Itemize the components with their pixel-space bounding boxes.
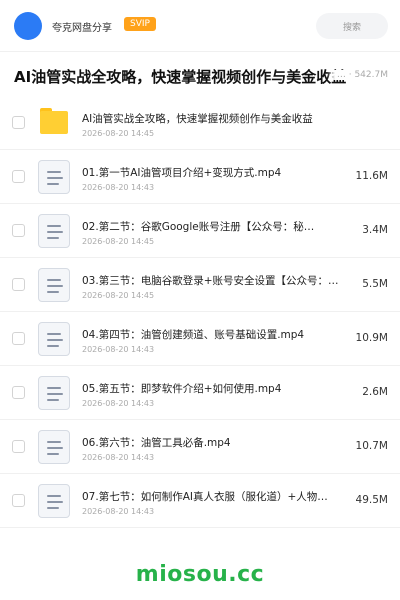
file-date: 2026-08-20 14:43 bbox=[82, 453, 155, 462]
list-item[interactable]: 02.第二节：谷歌Google账号注册【公众号：秘… 2026-08-20 14… bbox=[0, 204, 400, 258]
checkbox[interactable] bbox=[12, 332, 25, 345]
checkbox[interactable] bbox=[12, 278, 25, 291]
list-item[interactable]: 06.第六节：油管工具必备.mp4 2026-08-20 14:43 10.7M bbox=[0, 420, 400, 474]
video-file-icon bbox=[38, 430, 70, 464]
file-size: 49.5M bbox=[355, 494, 388, 506]
folder-icon bbox=[40, 108, 68, 134]
file-size: 11.6M bbox=[355, 170, 388, 182]
video-file-icon bbox=[38, 322, 70, 356]
list-item[interactable]: 05.第五节：即梦软件介绍+如何使用.mp4 2026-08-20 14:43 … bbox=[0, 366, 400, 420]
video-file-icon bbox=[38, 214, 70, 248]
file-name: 06.第六节：油管工具必备.mp4 bbox=[82, 437, 231, 449]
checkbox[interactable] bbox=[12, 116, 25, 129]
checkbox[interactable] bbox=[12, 440, 25, 453]
search-placeholder: 搜索 bbox=[342, 22, 361, 33]
video-file-icon bbox=[38, 160, 70, 194]
watermark: miosou.cc bbox=[135, 562, 265, 587]
file-name: 03.第三节：电脑谷歌登录+账号安全设置【公众号：… bbox=[82, 275, 339, 287]
file-name: 07.第七节：如何制作AI真人衣服（服化道）+人物… bbox=[82, 491, 328, 503]
file-date: 2026-08-20 14:43 bbox=[82, 345, 155, 354]
top-bar: 夸克网盘分享 SVIP 搜索 bbox=[0, 0, 400, 52]
file-name: 02.第二节：谷歌Google账号注册【公众号：秘… bbox=[82, 221, 315, 233]
file-size: 10.9M bbox=[355, 332, 388, 344]
avatar[interactable] bbox=[14, 12, 42, 40]
file-date: 2026-08-20 14:45 bbox=[82, 129, 155, 138]
file-size: 2.6M bbox=[362, 386, 388, 398]
list-item[interactable]: 07.第七节：如何制作AI真人衣服（服化道）+人物… 2026-08-20 14… bbox=[0, 474, 400, 528]
checkbox[interactable] bbox=[12, 170, 25, 183]
svip-badge: SVIP bbox=[124, 17, 156, 31]
video-file-icon bbox=[38, 484, 70, 518]
file-name: 01.第一节AI油管项目介绍+变现方式.mp4 bbox=[82, 167, 282, 179]
video-file-icon bbox=[38, 376, 70, 410]
file-date: 2026-08-20 14:45 bbox=[82, 291, 155, 300]
file-date: 2026-08-20 14:43 bbox=[82, 399, 155, 408]
file-size: 10.7M bbox=[355, 440, 388, 452]
video-file-icon bbox=[38, 268, 70, 302]
list-item[interactable]: 01.第一节AI油管项目介绍+变现方式.mp4 2026-08-20 14:43… bbox=[0, 150, 400, 204]
file-size: 3.4M bbox=[362, 224, 388, 236]
file-size: 5.5M bbox=[362, 278, 388, 290]
page-title: AI油管实战全攻略，快速掌握视频创作与美金收益 bbox=[14, 68, 347, 86]
search-input[interactable]: 搜索 bbox=[316, 13, 388, 39]
list-item[interactable]: AI油管实战全攻略，快速掌握视频创作与美金收益 2026-08-20 14:45 bbox=[0, 96, 400, 150]
file-name: 05.第五节：即梦软件介绍+如何使用.mp4 bbox=[82, 383, 282, 395]
file-name: AI油管实战全攻略，快速掌握视频创作与美金收益 bbox=[82, 113, 313, 125]
list-item[interactable]: 04.第四节：油管创建频道、账号基础设置.mp4 2026-08-20 14:4… bbox=[0, 312, 400, 366]
file-date: 2026-08-20 14:43 bbox=[82, 507, 155, 516]
checkbox[interactable] bbox=[12, 494, 25, 507]
username: 夸克网盘分享 bbox=[52, 23, 112, 34]
checkbox[interactable] bbox=[12, 224, 25, 237]
file-name: 04.第四节：油管创建频道、账号基础设置.mp4 bbox=[82, 329, 305, 341]
file-date: 2026-08-20 14:45 bbox=[82, 237, 155, 246]
folder-meta: … · 542.7M bbox=[326, 70, 388, 80]
file-list: AI油管实战全攻略，快速掌握视频创作与美金收益 2026-08-20 14:45… bbox=[0, 96, 400, 528]
list-item[interactable]: 03.第三节：电脑谷歌登录+账号安全设置【公众号：… 2026-08-20 14… bbox=[0, 258, 400, 312]
checkbox[interactable] bbox=[12, 386, 25, 399]
file-date: 2026-08-20 14:43 bbox=[82, 183, 155, 192]
